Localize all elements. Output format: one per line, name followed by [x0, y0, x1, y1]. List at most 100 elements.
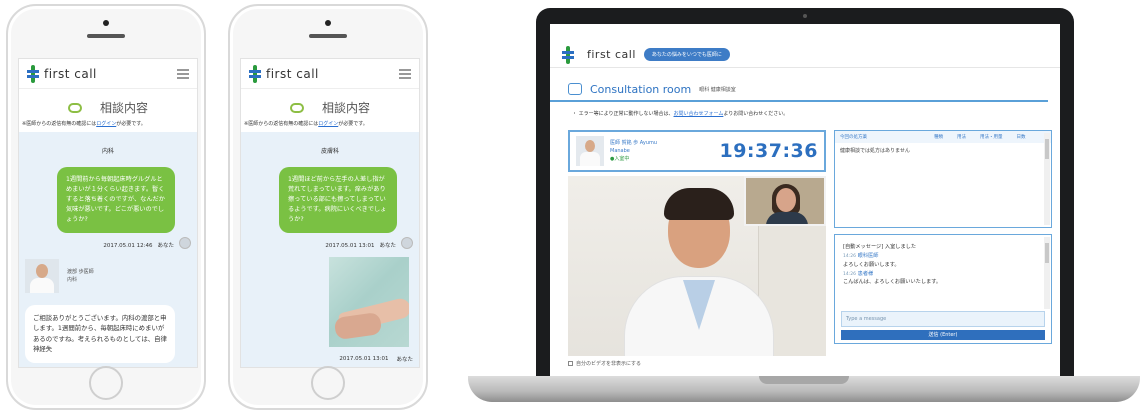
- doctor-department: 内科: [67, 276, 78, 283]
- speaker-grill: [87, 34, 125, 38]
- chat-panel: [自動メッセージ] 入室しました 14:26 眼科医師 よろしくお願いします。 …: [834, 234, 1052, 344]
- notice-text: ※医師からの返信有無の確認には: [22, 121, 97, 127]
- hide-video-label: 自分のビデオを非表示にする: [576, 361, 642, 367]
- doctor-thumbnail: [576, 136, 604, 166]
- user-avatar-icon: [179, 236, 191, 249]
- user-avatar-icon: [401, 236, 413, 249]
- doctor-info: 渡部 歩医師 内科: [25, 258, 191, 293]
- status-indicator: ●入室中: [610, 156, 630, 162]
- doctor-card: 医師 賀銘 歩 Ayumu Manabe ●入室中 19:37:36: [568, 130, 826, 172]
- patient-message: 1週間前から毎朝起床時グルグルとめまいが１分くらい起きます。暫くすると落ち着くの…: [57, 167, 175, 233]
- doctor-given-en: Manabe: [610, 148, 630, 154]
- department-label: 内科: [101, 148, 114, 155]
- photo-timestamp: 2017.05.01 13:01: [339, 355, 389, 362]
- notice-suffix: が必要です。: [338, 121, 368, 127]
- doctor-hair: [664, 188, 734, 220]
- patient-head: [776, 188, 796, 212]
- brand-name: first call: [266, 66, 319, 81]
- room-title: Consultation room: [590, 82, 692, 96]
- page-title-row: 相談内容: [241, 89, 419, 120]
- login-notice: ※医師からの返信有無の確認にはログインが必要です。: [19, 120, 197, 127]
- phone-screen-2: first call 相談内容 ※医師からの返信有無の確認にはログインが必要です…: [240, 58, 420, 368]
- notice-text: ※医師からの返信有無の確認には: [244, 121, 319, 127]
- prescription-col-drug: 今回の処方薬: [840, 135, 867, 140]
- site-header: first call あなたの悩みをいつでも医師に: [550, 24, 1060, 68]
- error-notice: ・ エラー等により正常に動作しない場合は、お問い合わせフォームよりお問い合わせく…: [550, 102, 1060, 117]
- chat-text: よろしくお願いします。: [843, 261, 900, 268]
- attached-photo[interactable]: [329, 256, 409, 347]
- app-header: first call: [241, 59, 419, 89]
- prescription-col-days: 日数: [1016, 135, 1026, 140]
- message-input[interactable]: Type a message: [841, 311, 1045, 327]
- home-button[interactable]: [89, 366, 123, 400]
- chat-area: 皮膚科 1週間ほど前から左手の人差し指が荒れてしまっています。痒みがあり擦ってい…: [241, 132, 419, 367]
- app-header: first call: [19, 59, 197, 89]
- remote-video-feed: [568, 176, 826, 356]
- doctor-name-en: Ayumu: [639, 140, 658, 146]
- chat-text: こんばんは、よろしくお願いいたします。: [843, 279, 942, 286]
- message-timestamp: 2017.05.01 13:01: [325, 242, 375, 249]
- message-meta: 2017.05.01 13:01 あなた: [247, 236, 413, 249]
- sender-label: あなた: [157, 242, 174, 249]
- chat-sender: 患者様: [857, 270, 874, 277]
- self-video-preview[interactable]: [744, 176, 826, 226]
- send-button[interactable]: 送信 (Enter): [841, 330, 1045, 340]
- page-title: 相談内容: [99, 101, 148, 115]
- brand-name: first call: [44, 66, 97, 81]
- prescription-header: 今回の処方薬 種類 用法 用法・用量 日数: [835, 131, 1051, 143]
- chat-time: 14:26: [843, 253, 856, 259]
- chat-message: 14:26 患者様 こんばんは、よろしくお願いいたします。: [843, 270, 1039, 288]
- prescription-panel: 今回の処方薬 種類 用法 用法・用量 日数 健康相談では処方はありません: [834, 130, 1052, 228]
- chat-time: 14:26: [843, 271, 856, 277]
- department-label: 皮膚科: [320, 148, 339, 155]
- home-button[interactable]: [311, 366, 345, 400]
- laptop-screen: first call あなたの悩みをいつでも医師に Consultation r…: [550, 24, 1060, 376]
- tagline-badge: あなたの悩みをいつでも医師に: [643, 48, 730, 61]
- notice-suffix: よりお問い合わせください。: [723, 111, 789, 117]
- front-camera: [103, 20, 109, 26]
- doctor-name: 渡部 歩医師: [67, 268, 94, 275]
- chat-sender: 眼科医師: [857, 252, 879, 259]
- notice-text: ・ エラー等により正常に動作しない場合は、: [572, 111, 674, 117]
- checkbox-icon[interactable]: [568, 361, 573, 366]
- notice-suffix: が必要です。: [116, 121, 146, 127]
- message-timestamp: 2017.05.01 12:46: [103, 242, 153, 249]
- patient-message: 1週間ほど前から左手の人差し指が荒れてしまっています。痒みがあり擦っている部にも…: [279, 167, 397, 233]
- contact-form-link[interactable]: お問い合わせフォーム: [674, 111, 724, 117]
- phone-device-1: first call 相談内容 ※医師からの返信有無の確認にはログインが必要です…: [6, 4, 206, 410]
- message-meta: 2017.05.01 12:46 あなた: [25, 236, 191, 249]
- doctor-name-block: 渡部 歩医師 内科: [67, 268, 94, 284]
- room-title-row: Consultation room 眼科 健康相談室: [550, 68, 1048, 102]
- webcam: [803, 14, 807, 18]
- hamburger-menu-icon[interactable]: [177, 68, 189, 79]
- speaker-grill: [309, 34, 347, 38]
- patient-body: [766, 212, 808, 224]
- hamburger-menu-icon[interactable]: [399, 68, 411, 79]
- laptop-base: [468, 376, 1140, 402]
- phone-device-2: first call 相談内容 ※医師からの返信有無の確認にはログインが必要です…: [228, 4, 428, 410]
- page-title: 相談内容: [321, 101, 370, 115]
- room-subtitle: 眼科 健康相談室: [699, 86, 736, 93]
- photo-meta: 2017.05.01 13:01 あなた: [247, 355, 413, 363]
- speech-bubble-icon: [289, 102, 304, 113]
- consultation-room-icon: [568, 83, 582, 95]
- login-link[interactable]: ログイン: [318, 121, 338, 127]
- prescription-col-usage: 用法: [957, 135, 966, 140]
- laptop-notch: [759, 376, 849, 384]
- doctor-photo: [25, 258, 59, 293]
- sender-label: あなた: [379, 242, 396, 249]
- doctor-name: 医師 賀銘 歩: [610, 140, 639, 146]
- doctor-reply: ご相談ありがとうございます。内科の渡部と申します。1週間前から、毎朝起床時にめま…: [25, 304, 175, 363]
- chat-area: 内科 1週間前から毎朝起床時グルグルとめまいが１分くらい起きます。暫くすると落ち…: [19, 132, 197, 367]
- login-link[interactable]: ログイン: [96, 121, 116, 127]
- brand-name: first call: [587, 48, 636, 61]
- chat-log: [自動メッセージ] 入室しました 14:26 眼科医師 よろしくお願いします。 …: [835, 235, 1051, 287]
- chat-scrollbar[interactable]: [1044, 237, 1050, 309]
- photo-sender: あなた: [396, 356, 413, 363]
- first-call-logo-icon: [562, 45, 574, 64]
- first-call-logo-icon: [27, 64, 39, 83]
- speech-bubble-icon: [67, 102, 82, 113]
- prescription-scrollbar[interactable]: [1044, 133, 1050, 225]
- prescription-empty-text: 健康相談では処方はありません: [840, 148, 910, 154]
- hide-video-toggle[interactable]: 自分のビデオを非表示にする: [568, 360, 641, 367]
